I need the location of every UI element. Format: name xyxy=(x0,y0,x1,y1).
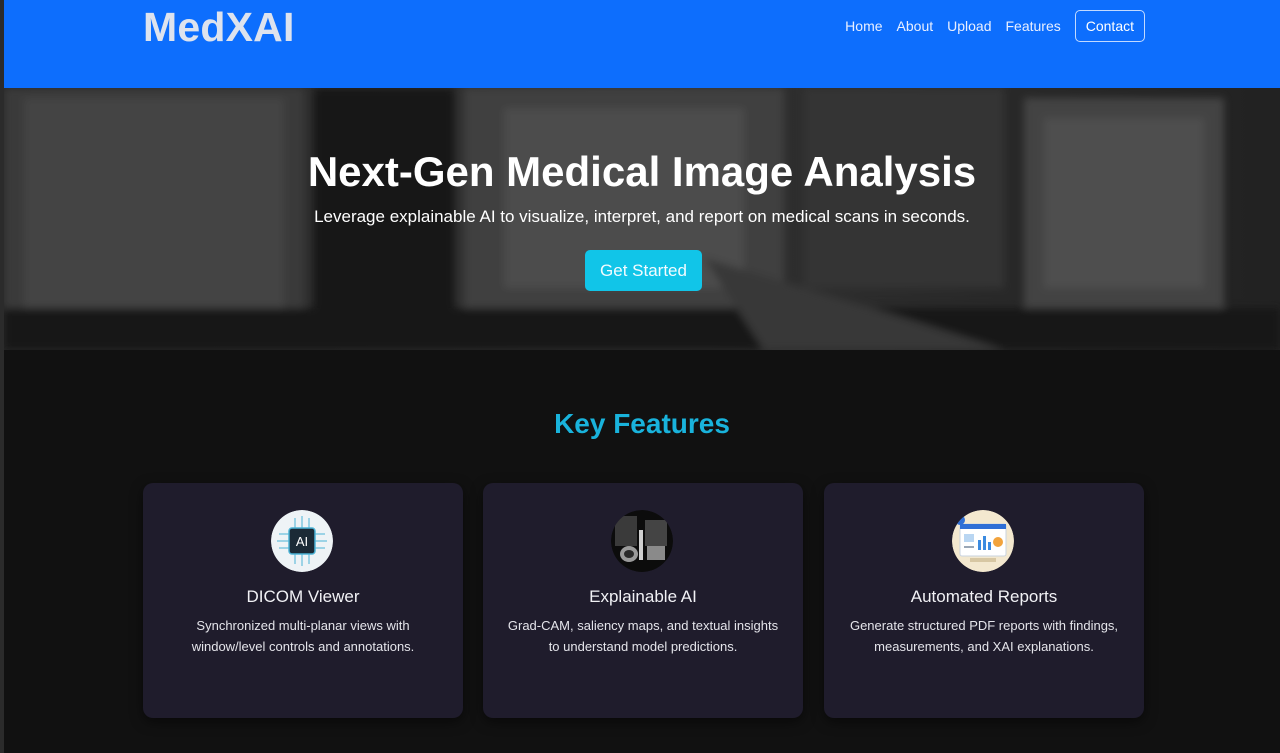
nav-link-about[interactable]: About xyxy=(897,10,934,42)
report-dashboard-icon xyxy=(952,510,1014,572)
get-started-button[interactable]: Get Started xyxy=(585,250,702,291)
hero-section: Next-Gen Medical Image Analysis Leverage… xyxy=(4,88,1280,350)
nav-links: Home About Upload Features Contact xyxy=(831,10,1145,42)
feature-card-dicom-viewer: AI DICOM Viewer Synchronized multi-plana… xyxy=(143,483,463,718)
hero-title: Next-Gen Medical Image Analysis xyxy=(307,148,977,195)
card-title: Explainable AI xyxy=(589,587,697,606)
hero-content: Next-Gen Medical Image Analysis Leverage… xyxy=(4,88,1280,350)
contact-button[interactable]: Contact xyxy=(1074,10,1145,42)
feature-card-automated-reports: Automated Reports Generate structured PD… xyxy=(824,483,1144,718)
card-title: DICOM Viewer xyxy=(246,587,360,606)
ai-chip-icon: AI xyxy=(271,510,333,572)
svg-text:AI: AI xyxy=(296,534,308,549)
features-title: Key Features xyxy=(554,408,730,439)
nav-link-features[interactable]: Features xyxy=(1006,10,1061,42)
card-description: Grad-CAM, saliency maps, and textual ins… xyxy=(507,618,779,654)
card-description: Synchronized multi-planar views with win… xyxy=(191,618,415,654)
nav-link-home[interactable]: Home xyxy=(845,10,882,42)
card-description: Generate structured PDF reports with fin… xyxy=(849,618,1119,654)
nav-link-upload[interactable]: Upload xyxy=(947,10,991,42)
brand-logo[interactable]: MedXAI xyxy=(143,4,295,51)
brain-scan-icon xyxy=(611,510,673,572)
features-section: Key Features AI DICOM Viewer Synchronize… xyxy=(4,350,1280,753)
hero-subtitle: Leverage explainable AI to visualize, in… xyxy=(314,207,970,226)
page-left-border xyxy=(0,0,4,753)
navbar: MedXAI Home About Upload Features Contac… xyxy=(4,0,1280,88)
feature-card-explainable-ai: Explainable AI Grad-CAM, saliency maps, … xyxy=(483,483,803,718)
card-title: Automated Reports xyxy=(910,587,1058,606)
